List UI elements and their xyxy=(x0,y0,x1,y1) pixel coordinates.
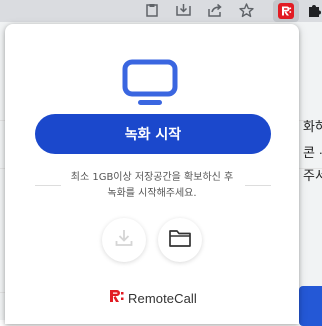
download-icon xyxy=(113,227,135,254)
browser-toolbar xyxy=(0,0,322,22)
background-button xyxy=(299,286,322,326)
monitor-icon xyxy=(121,58,179,113)
share-icon[interactable] xyxy=(205,0,225,20)
open-folder-button[interactable] xyxy=(158,218,202,262)
notice-divider xyxy=(35,185,61,186)
clipboard-icon[interactable] xyxy=(142,0,162,20)
storage-notice: 최소 1GB이상 저장공간을 확보하신 후 녹화를 시작해주세요. xyxy=(5,170,299,202)
remotecall-extension-icon xyxy=(278,3,294,19)
bookmark-star-icon[interactable] xyxy=(236,0,256,20)
install-icon[interactable] xyxy=(173,0,193,20)
remotecall-logo-mark xyxy=(109,289,125,308)
notice-line-2: 녹화를 시작해주세요. xyxy=(107,188,197,199)
notice-text: 최소 1GB이상 저장공간을 확보하신 후 녹화를 시작해주세요. xyxy=(63,170,241,202)
download-button[interactable] xyxy=(102,218,146,262)
folder-icon xyxy=(168,228,192,253)
background-text: 콘 · xyxy=(303,145,322,160)
extension-popup: 녹화 시작 최소 1GB이상 저장공간을 확보하신 후 녹화를 시작해주세요. … xyxy=(5,24,299,324)
background-text: 주서 xyxy=(303,168,322,183)
remotecall-logo: RemoteCall xyxy=(109,289,197,308)
remotecall-extension-button[interactable] xyxy=(273,0,299,22)
start-recording-button[interactable]: 녹화 시작 xyxy=(35,114,271,154)
background-text: 화하 xyxy=(303,119,322,134)
notice-divider xyxy=(245,185,271,186)
extensions-icon[interactable] xyxy=(304,0,322,20)
notice-line-1: 최소 1GB이상 저장공간을 확보하신 후 xyxy=(70,172,234,183)
brand-name: RemoteCall xyxy=(128,290,197,306)
